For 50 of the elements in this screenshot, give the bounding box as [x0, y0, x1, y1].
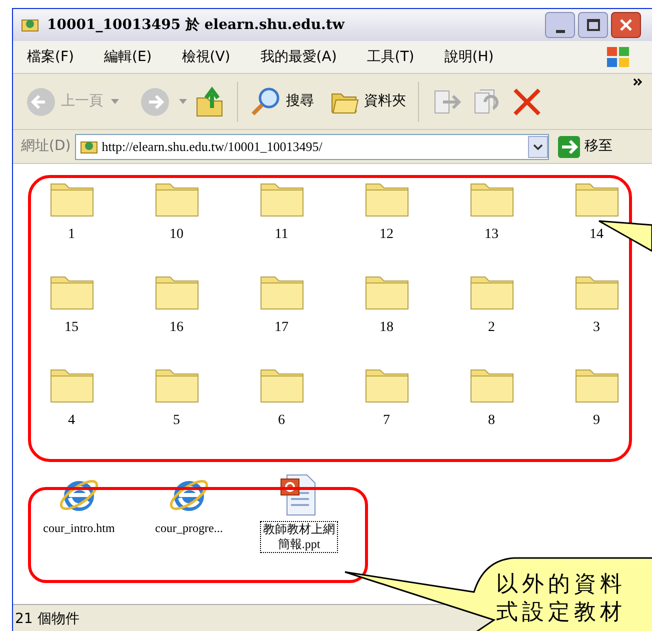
- callout-text: 式設定教材: [496, 599, 626, 627]
- folder-name[interactable]: 16: [170, 317, 184, 338]
- menu-item[interactable]: 說明(H): [444, 46, 494, 68]
- callout-text: 以外的資料: [496, 571, 626, 599]
- folder-name[interactable]: 8: [488, 410, 495, 431]
- up-folder-icon[interactable]: [195, 86, 225, 118]
- maximize-button[interactable]: [578, 12, 608, 38]
- delete-icon[interactable]: [511, 86, 543, 116]
- folder-name[interactable]: 2: [488, 317, 495, 338]
- menu-item[interactable]: 編輯(E): [104, 46, 152, 68]
- more-chevron-icon[interactable]: [633, 78, 643, 86]
- folder-name[interactable]: 9: [593, 410, 600, 431]
- folder-name[interactable]: 11: [274, 224, 288, 245]
- folder-name[interactable]: 1: [68, 224, 75, 245]
- folder-name[interactable]: 14: [590, 224, 604, 245]
- address-field[interactable]: http://elearn.shu.edu.tw/10001_10013495/: [74, 134, 549, 160]
- search-icon: [250, 86, 282, 118]
- menu-item[interactable]: 工具(T): [366, 46, 414, 68]
- close-icon: [619, 18, 633, 32]
- go-button[interactable]: 移至: [556, 134, 613, 158]
- dropdown-button[interactable]: [528, 136, 548, 158]
- file-name[interactable]: 教師教材上網簡報.ppt: [260, 521, 338, 553]
- folder-name[interactable]: 18: [380, 317, 394, 338]
- folder-name[interactable]: 7: [383, 410, 390, 431]
- minimize-button[interactable]: [545, 12, 575, 38]
- folders-button[interactable]: 資料夾: [330, 88, 406, 116]
- windows-logo-icon: [605, 44, 631, 70]
- folder-name[interactable]: 17: [274, 317, 288, 338]
- dropdown-caret-icon[interactable]: [111, 99, 119, 104]
- folder-name[interactable]: 13: [484, 224, 498, 245]
- folder-name[interactable]: 10: [170, 224, 184, 245]
- folder-name[interactable]: 6: [278, 410, 285, 431]
- close-button[interactable]: [611, 12, 641, 38]
- menu-item[interactable]: 檔案(F): [27, 46, 74, 68]
- menu-item[interactable]: 我的最愛(A): [260, 46, 337, 68]
- folder-name[interactable]: 5: [173, 410, 180, 431]
- folder-name[interactable]: 4: [68, 410, 75, 431]
- window-title: 10001_10013495 於 elearn.shu.edu.tw: [47, 16, 344, 34]
- status-text: 21 個物件: [15, 610, 80, 629]
- file-name[interactable]: cour_progre...: [155, 521, 223, 536]
- folder-name[interactable]: 15: [64, 317, 78, 338]
- search-button[interactable]: 搜尋: [250, 86, 314, 118]
- chevron-down-icon: [532, 144, 543, 150]
- menu-item[interactable]: 檢視(V): [182, 46, 230, 68]
- folder-name[interactable]: 12: [380, 224, 394, 245]
- address-value: http://elearn.shu.edu.tw/10001_10013495/: [102, 138, 324, 156]
- folder-name[interactable]: 3: [593, 317, 600, 338]
- address-label: 網址(D): [21, 137, 71, 156]
- dropdown-caret-icon[interactable]: [179, 99, 187, 104]
- file-name[interactable]: cour_intro.htm: [43, 521, 115, 536]
